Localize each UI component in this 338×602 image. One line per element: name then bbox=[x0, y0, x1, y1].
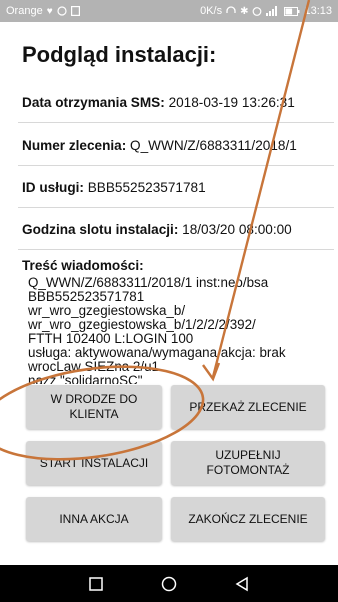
image-icon bbox=[70, 6, 80, 16]
field-label: Numer zlecenia: bbox=[22, 138, 127, 153]
message-line: nazz "solidarnoSC" bbox=[28, 373, 143, 385]
field-label: Data otrzymania SMS: bbox=[22, 95, 165, 110]
message-line: FTTH 102400 L:LOGIN 100 bbox=[28, 331, 194, 346]
message-line: wr_wro_gzegiestowska_b/ bbox=[28, 303, 186, 318]
clock-time: 13:13 bbox=[304, 5, 332, 17]
nav-bar bbox=[0, 565, 338, 602]
divider bbox=[18, 122, 334, 123]
photo-montage-button[interactable]: UZUPEŁNIJ FOTOMONTAŻ bbox=[171, 441, 325, 485]
message-line: Q_WWN/Z/6883311/2018/1 inst:neo/bsa bbox=[28, 276, 269, 290]
field-install-slot: Godzina slotu instalacji: 18/03/20 08:00… bbox=[22, 222, 338, 237]
home-button[interactable] bbox=[157, 572, 181, 596]
on-the-way-button[interactable]: W DRODZE DO KLIENTA bbox=[26, 385, 162, 429]
back-button[interactable] bbox=[230, 572, 254, 596]
field-label: ID usługi: bbox=[22, 180, 84, 195]
back-triangle-icon bbox=[235, 576, 248, 591]
field-value: 2018-03-19 13:26:31 bbox=[168, 95, 295, 110]
bluetooth-icon: ✱ bbox=[240, 5, 249, 17]
field-label: Godzina slotu instalacji: bbox=[22, 222, 179, 237]
heart-icon: ♥ bbox=[46, 5, 53, 17]
battery-icon bbox=[284, 6, 300, 16]
alarm-icon bbox=[253, 7, 262, 16]
start-install-button[interactable]: START INSTALACJI bbox=[26, 441, 162, 485]
divider bbox=[18, 165, 334, 166]
whatsapp-icon bbox=[57, 6, 67, 16]
field-value: Q_WWN/Z/6883311/2018/1 bbox=[130, 138, 297, 153]
forward-order-button[interactable]: PRZEKAŻ ZLECENIE bbox=[171, 385, 325, 429]
message-body[interactable]: Q_WWN/Z/6883311/2018/1 inst:neo/bsa BBB5… bbox=[28, 276, 338, 384]
divider bbox=[18, 207, 334, 208]
field-order-number: Numer zlecenia: Q_WWN/Z/6883311/2018/1 bbox=[22, 138, 338, 153]
close-order-button[interactable]: ZAKOŃCZ ZLECENIE bbox=[171, 497, 325, 541]
field-value: BBB552523571781 bbox=[87, 180, 206, 195]
status-bar: Orange ♥ 0K/s ✱ 13:13 bbox=[0, 0, 338, 22]
carrier-name: Orange bbox=[6, 5, 43, 17]
field-sms-date: Data otrzymania SMS: 2018-03-19 13:26:31 bbox=[22, 95, 338, 110]
message-line: usługa: aktywowana/wymagana akcja: brak bbox=[28, 345, 286, 360]
message-line: wr_wro_gzegiestowska_b/1/2/2/2/392/ bbox=[28, 317, 256, 332]
other-action-button[interactable]: INNA AKCJA bbox=[26, 497, 162, 541]
message-label: Treść wiadomości: bbox=[22, 258, 144, 273]
message-line: BBB552523571781 bbox=[28, 289, 145, 304]
headset-icon bbox=[226, 6, 236, 13]
message-line: wrocLaw SIEZna 2/u1 bbox=[28, 359, 159, 374]
field-value: 18/03/20 08:00:00 bbox=[182, 222, 292, 237]
network-speed: 0K/s bbox=[200, 5, 223, 17]
page-title: Podgląd instalacji: bbox=[22, 42, 217, 67]
field-service-id: ID usługi: BBB552523571781 bbox=[22, 180, 338, 195]
square-icon bbox=[89, 576, 104, 591]
signal-icon bbox=[266, 6, 278, 16]
divider bbox=[18, 249, 334, 250]
recents-button[interactable] bbox=[84, 572, 108, 596]
circle-icon bbox=[161, 576, 177, 591]
